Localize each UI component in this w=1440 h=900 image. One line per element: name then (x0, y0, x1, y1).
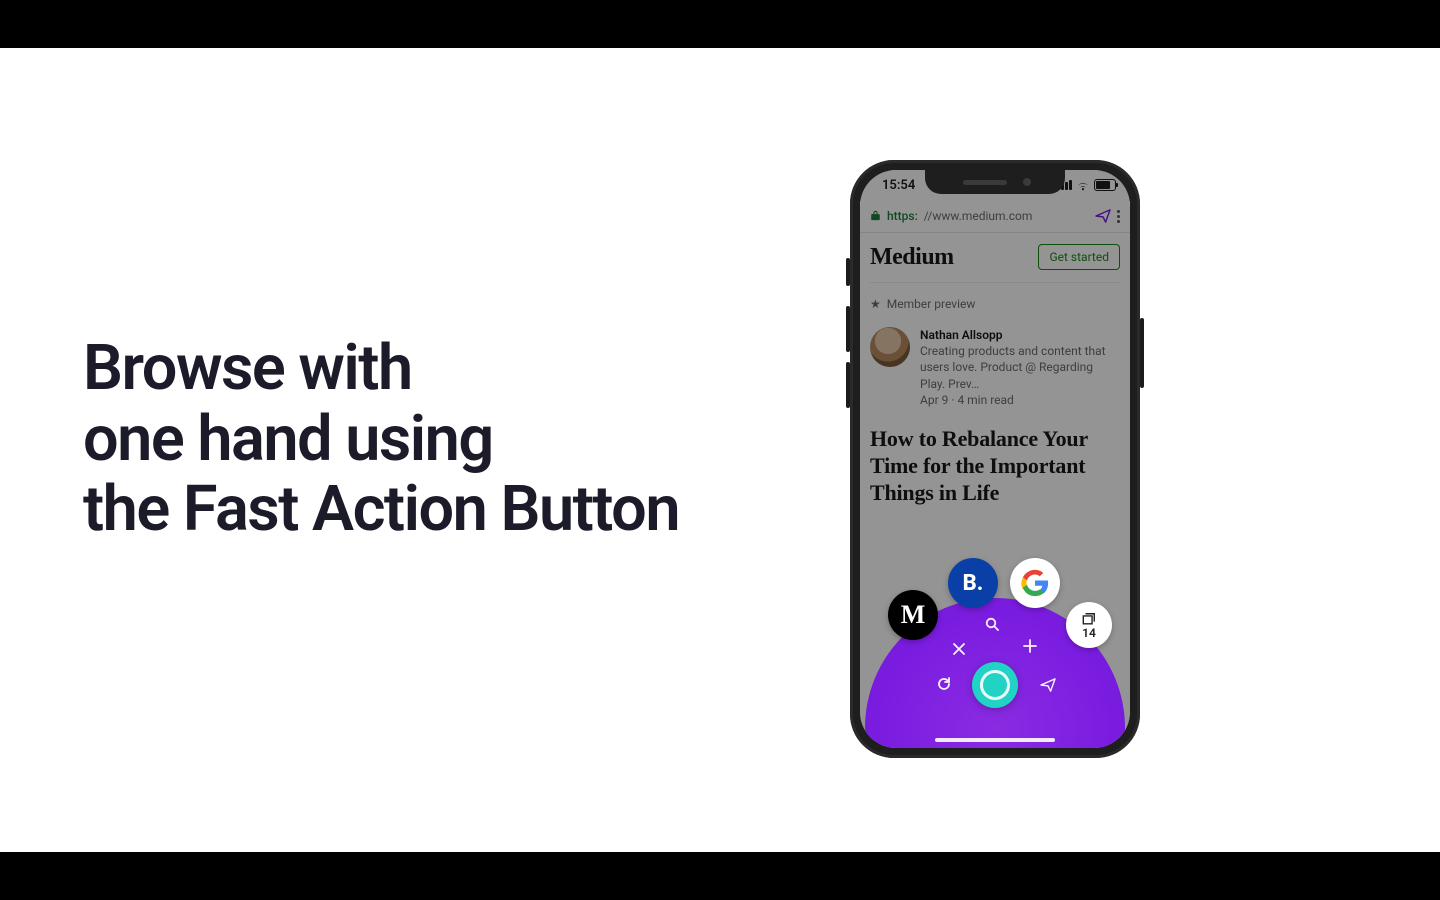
battery-icon (1094, 179, 1116, 191)
phone-notch (925, 170, 1065, 194)
promo-slide: Browse with one hand using the Fast Acti… (0, 48, 1440, 852)
headline-line-3: the Fast Action Button (83, 475, 679, 546)
phone-screen: 15:54 https://www.medium.com (860, 170, 1130, 748)
wifi-icon (1076, 180, 1090, 190)
fab-shortcut-booking[interactable]: B. (948, 558, 998, 608)
tabs-count: 14 (1082, 627, 1096, 639)
booking-icon: B. (963, 571, 984, 596)
fab-forward-icon[interactable] (1040, 677, 1056, 696)
fab-reload-icon[interactable] (936, 676, 952, 696)
fab-new-tab-icon[interactable] (1022, 638, 1038, 658)
headline-line-2: one hand using (83, 405, 679, 476)
fab-tabs-button[interactable]: 14 (1066, 602, 1112, 648)
phone-mockup: 15:54 https://www.medium.com (850, 160, 1140, 758)
phone-power-button (1140, 318, 1144, 388)
tabs-icon (1081, 612, 1097, 626)
promo-headline: Browse with one hand using the Fast Acti… (83, 334, 679, 546)
fab-shortcut-medium[interactable]: M (888, 590, 938, 640)
status-indicators (1057, 179, 1116, 191)
fast-action-button[interactable] (972, 662, 1018, 708)
medium-icon: M (901, 600, 926, 630)
phone-volume-down (846, 362, 850, 408)
headline-line-1: Browse with (83, 334, 679, 405)
fab-center-icon (980, 670, 1010, 700)
fast-action-menu: M B. 14 (860, 558, 1130, 748)
status-time: 15:54 (882, 178, 915, 193)
home-indicator[interactable] (935, 738, 1055, 742)
fab-shortcut-google[interactable] (1010, 558, 1060, 608)
phone-mute-switch (846, 258, 850, 286)
fab-search-icon[interactable] (984, 616, 1000, 636)
phone-volume-up (846, 306, 850, 352)
fab-close-tab-icon[interactable] (952, 641, 966, 660)
google-icon (1021, 569, 1049, 597)
